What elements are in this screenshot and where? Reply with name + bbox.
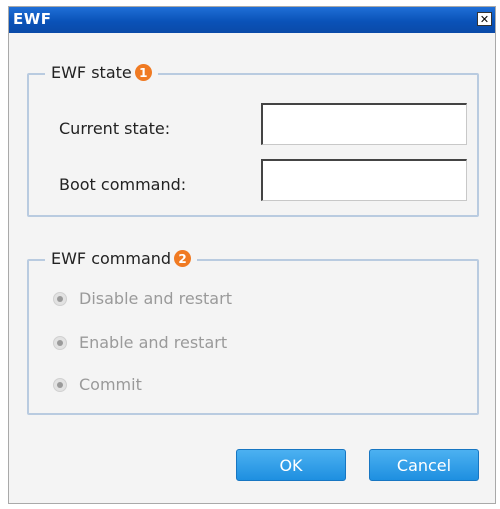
close-icon: ✕ [479, 12, 490, 26]
window-title: EWF [13, 10, 52, 28]
radio-label: Disable and restart [79, 289, 232, 308]
ewf-state-title: EWF state [51, 63, 132, 82]
current-state-label: Current state: [59, 119, 171, 138]
title-bar[interactable]: EWF ✕ [9, 7, 495, 33]
boot-command-field[interactable] [261, 159, 467, 201]
step-1-badge: 1 [134, 64, 152, 81]
ewf-state-legend: EWF state 1 [45, 63, 158, 82]
radio-disable-and-restart[interactable]: Disable and restart [53, 289, 232, 308]
radio-label: Enable and restart [79, 333, 228, 352]
radio-label: Commit [79, 375, 142, 394]
current-state-field[interactable] [261, 103, 467, 145]
close-button[interactable]: ✕ [477, 12, 492, 26]
cancel-button[interactable]: Cancel [369, 449, 479, 481]
radio-button-icon [53, 291, 67, 306]
ewf-dialog: EWF ✕ EWF state 1 Current state: Boot co… [8, 6, 496, 504]
ewf-command-title: EWF command [51, 249, 172, 268]
step-2-badge: 2 [174, 250, 192, 267]
ewf-command-legend: EWF command 2 [45, 249, 198, 268]
radio-button-icon [53, 335, 67, 350]
ok-button[interactable]: OK [236, 449, 346, 481]
radio-enable-and-restart[interactable]: Enable and restart [53, 333, 227, 352]
boot-command-label: Boot command: [59, 175, 187, 194]
ewf-command-group: EWF command 2 Disable and restart Enable… [27, 249, 479, 415]
radio-commit[interactable]: Commit [53, 375, 142, 394]
radio-button-icon [53, 377, 67, 392]
ewf-state-group: EWF state 1 Current state: Boot command: [27, 63, 479, 217]
